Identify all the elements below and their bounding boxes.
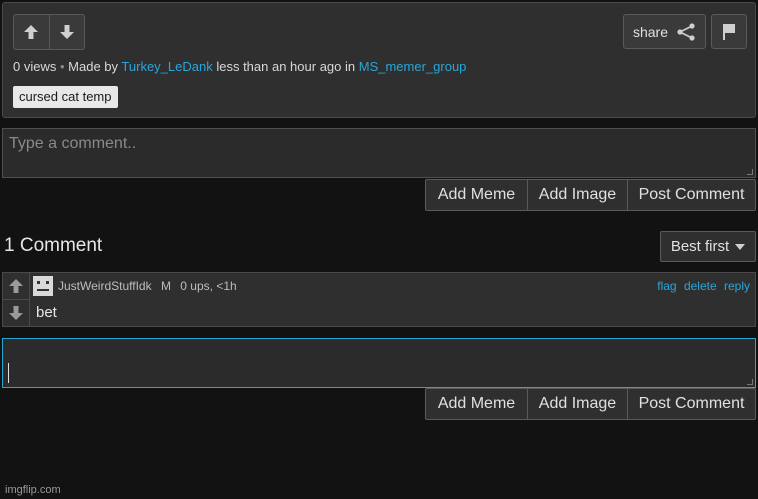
- post-panel: share 0 views • Made by Turkey_LeDank le…: [2, 2, 756, 118]
- reply-composer-actions: Add Meme Add Image Post Comment: [425, 388, 756, 420]
- comment-item: JustWeirdStuffIdk M 0 ups, <1h flag dele…: [2, 272, 756, 327]
- author-link[interactable]: Turkey_LeDank: [121, 59, 212, 74]
- arrow-up-icon: [9, 279, 23, 293]
- comment-input[interactable]: Type a comment..: [2, 128, 756, 178]
- comment-stats: 0 ups, <1h: [180, 279, 237, 293]
- reply-link[interactable]: reply: [724, 279, 750, 293]
- comment-username[interactable]: JustWeirdStuffIdk: [58, 279, 152, 293]
- caret-down-icon: [735, 243, 746, 250]
- post-meta: 0 views • Made by Turkey_LeDank less tha…: [13, 59, 466, 74]
- comment-meta: JustWeirdStuffIdk M 0 ups, <1h: [58, 279, 237, 293]
- sort-dropdown[interactable]: Best first: [660, 231, 756, 262]
- share-button[interactable]: share: [623, 14, 706, 49]
- add-meme-button[interactable]: Add Meme: [426, 389, 527, 419]
- flag-link[interactable]: flag: [657, 279, 676, 293]
- post-vote-group: [13, 14, 85, 50]
- text-caret: [8, 363, 9, 383]
- separator-dot: •: [59, 59, 69, 74]
- comment-upvote-button[interactable]: [3, 273, 29, 299]
- flag-icon: [723, 23, 735, 40]
- resize-handle[interactable]: [747, 379, 753, 385]
- add-image-button[interactable]: Add Image: [527, 389, 627, 419]
- arrow-down-icon: [9, 305, 23, 320]
- comment-vote-group: [3, 273, 30, 326]
- delete-link[interactable]: delete: [684, 279, 717, 293]
- resize-handle[interactable]: [747, 169, 753, 175]
- group-link[interactable]: MS_memer_group: [359, 59, 467, 74]
- sort-label: Best first: [670, 238, 730, 255]
- moderator-badge: M: [160, 279, 171, 293]
- share-icon: [677, 22, 695, 41]
- template-tag[interactable]: cursed cat temp: [13, 86, 118, 108]
- made-by-label: Made by: [68, 59, 119, 74]
- avatar[interactable]: [33, 276, 53, 296]
- downvote-button[interactable]: [48, 15, 84, 49]
- add-meme-button[interactable]: Add Meme: [426, 180, 527, 210]
- arrow-down-icon: [59, 25, 74, 39]
- watermark: imgflip.com: [5, 484, 61, 496]
- reply-input[interactable]: [2, 338, 756, 388]
- comment-actions: flag delete reply: [653, 279, 750, 293]
- view-count: 0 views: [13, 59, 57, 74]
- avatar-face-icon: [37, 281, 49, 291]
- post-time: less than an hour ago in: [216, 59, 356, 74]
- comment-downvote-button[interactable]: [3, 299, 29, 325]
- post-comment-button[interactable]: Post Comment: [627, 180, 755, 210]
- comment-text: bet: [36, 304, 57, 321]
- add-image-button[interactable]: Add Image: [527, 180, 627, 210]
- upvote-button[interactable]: [14, 15, 49, 49]
- share-label: share: [632, 23, 669, 40]
- comment-count: 1 Comment: [4, 235, 103, 256]
- composer-actions: Add Meme Add Image Post Comment: [425, 179, 756, 211]
- comment-input-placeholder: Type a comment..: [9, 135, 137, 152]
- arrow-up-icon: [24, 25, 39, 39]
- flag-button[interactable]: [711, 14, 747, 49]
- post-comment-button[interactable]: Post Comment: [627, 389, 755, 419]
